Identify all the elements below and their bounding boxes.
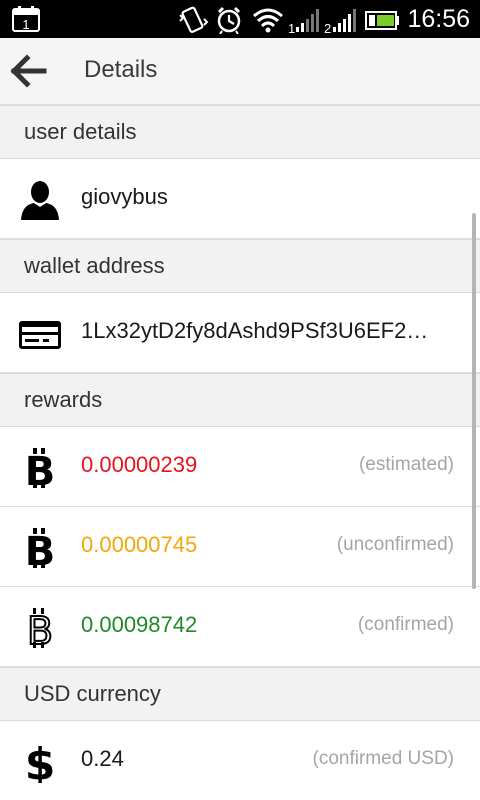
page-title: Details bbox=[84, 56, 158, 83]
username-row[interactable]: giovybus bbox=[0, 159, 480, 239]
usd-note: (confirmed USD) bbox=[312, 748, 454, 769]
username-value: giovybus bbox=[81, 184, 168, 209]
dollar-icon: $ bbox=[25, 741, 56, 783]
svg-text:B: B bbox=[25, 449, 56, 489]
reward-value-confirmed: 0.00098742 bbox=[81, 612, 198, 637]
section-header-wallet-address: wallet address bbox=[0, 239, 480, 293]
reward-note-confirmed: (confirmed) bbox=[357, 614, 454, 635]
sim2-label: 2 bbox=[324, 21, 331, 34]
wifi-icon bbox=[253, 8, 283, 33]
svg-text:B: B bbox=[27, 609, 53, 649]
usd-value: 0.24 bbox=[81, 746, 124, 771]
bitcoin-icon: B bbox=[25, 448, 56, 489]
credit-card-icon bbox=[19, 321, 61, 349]
bitcoin-icon: B bbox=[25, 528, 56, 569]
wallet-address-row[interactable]: 1Lx32ytD2fy8dAshd9PSf3U6EF2… bbox=[0, 293, 480, 373]
status-bar: 1 1 2 16:56 bbox=[0, 0, 480, 38]
bitcoin-outline-icon: B bbox=[26, 608, 54, 649]
reward-row-estimated[interactable]: B 0.00000239 (estimated) bbox=[0, 427, 480, 507]
app-bar: Details bbox=[0, 38, 480, 105]
vibrate-icon bbox=[179, 6, 209, 33]
section-header-label: rewards bbox=[24, 387, 103, 412]
reward-row-unconfirmed[interactable]: B 0.00000745 (unconfirmed) bbox=[0, 507, 480, 587]
signal-sim1-icon: 1 bbox=[288, 9, 319, 34]
section-header-rewards: rewards bbox=[0, 373, 480, 427]
alarm-icon bbox=[217, 6, 241, 34]
svg-text:$: $ bbox=[25, 741, 56, 783]
reward-row-confirmed[interactable]: B 0.00098742 (confirmed) bbox=[0, 587, 480, 667]
section-header-label: USD currency bbox=[24, 681, 161, 706]
signal-sim2-icon: 2 bbox=[324, 9, 356, 34]
section-header-usd-currency: USD currency bbox=[0, 667, 480, 721]
calendar-icon: 1 bbox=[12, 6, 40, 32]
wallet-address-value: 1Lx32ytD2fy8dAshd9PSf3U6EF2… bbox=[81, 318, 429, 343]
reward-note-unconfirmed: (unconfirmed) bbox=[336, 534, 454, 555]
battery-icon bbox=[365, 11, 399, 30]
section-header-label: user details bbox=[24, 119, 137, 144]
section-header-label: wallet address bbox=[24, 253, 165, 278]
reward-note-estimated: (estimated) bbox=[358, 454, 454, 475]
svg-text:B: B bbox=[25, 529, 56, 569]
usd-row[interactable]: $ 0.24 (confirmed USD) bbox=[0, 721, 480, 800]
calendar-day: 1 bbox=[22, 17, 29, 32]
arrow-left-icon[interactable] bbox=[10, 54, 48, 88]
reward-value-estimated: 0.00000239 bbox=[81, 452, 198, 477]
status-time: 16:56 bbox=[407, 5, 470, 33]
section-header-user-details: user details bbox=[0, 105, 480, 159]
details-list[interactable]: user details giovybus wallet address 1Lx… bbox=[0, 105, 480, 800]
scrollbar[interactable] bbox=[472, 213, 476, 589]
reward-value-unconfirmed: 0.00000745 bbox=[81, 532, 198, 557]
sim1-label: 1 bbox=[288, 21, 295, 34]
person-icon bbox=[21, 181, 59, 220]
